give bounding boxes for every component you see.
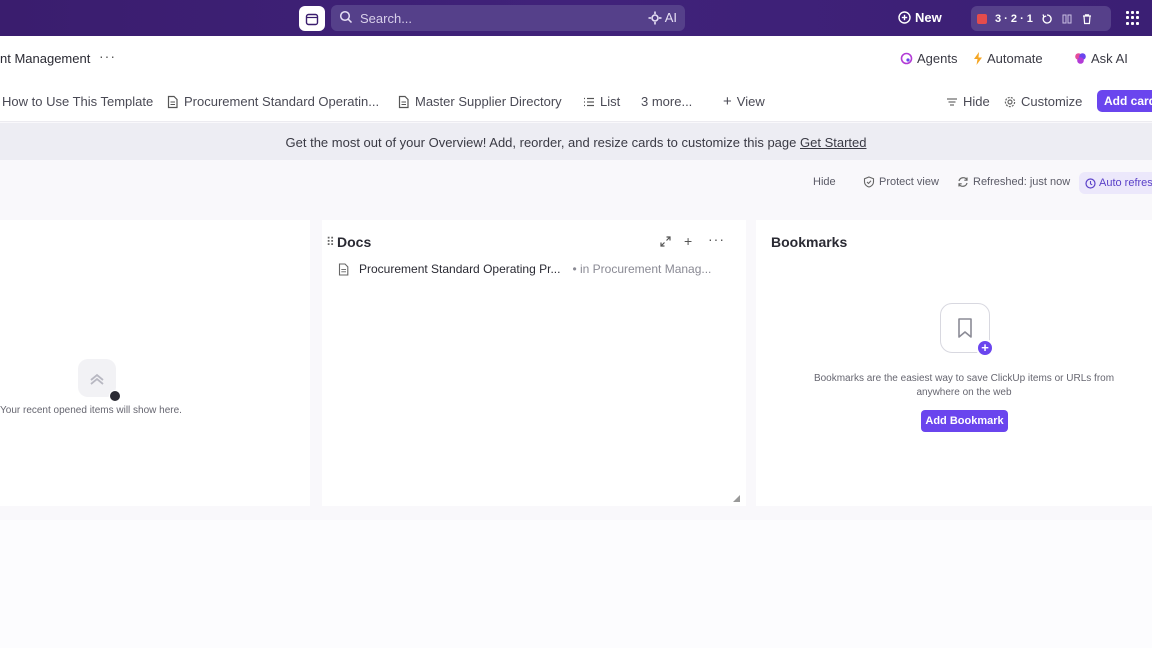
search-placeholder: Search... [360, 11, 413, 26]
agents-button[interactable]: Agents [900, 51, 957, 66]
customize-label: Customize [1021, 94, 1083, 109]
auto-refresh-toggle[interactable]: Auto refresh [1079, 172, 1152, 194]
add-doc-icon[interactable]: + [684, 233, 692, 249]
bookmarks-title: Bookmarks [771, 234, 848, 250]
ask-ai-button[interactable]: Ask AI [1074, 51, 1128, 66]
calendar-button[interactable] [299, 6, 325, 31]
recording-widget: 3 · 2 · 1 [971, 6, 1111, 31]
tab-more[interactable]: 3 more... [641, 94, 692, 109]
agents-icon [900, 52, 913, 65]
tab-label: View [736, 94, 765, 109]
refresh-status[interactable]: Refreshed: just now [957, 176, 1070, 188]
clock-icon [1085, 177, 1096, 189]
ai-button[interactable]: AI [648, 10, 677, 25]
bookmarks-empty-text: Bookmarks are the easiest way to save Cl… [813, 373, 1115, 398]
add-view-button[interactable]: + View [723, 94, 765, 109]
hide-cards-button[interactable]: Hide [813, 176, 836, 188]
gear-icon [1004, 96, 1016, 107]
plus-icon: + [723, 93, 732, 110]
tab-procurement-sop[interactable]: Procurement Standard Operatin... [166, 94, 379, 109]
check-badge-icon [109, 390, 121, 402]
refreshed-label: Refreshed: just now [973, 176, 1071, 188]
overview-banner: Get the most out of your Overview! Add, … [0, 123, 1152, 160]
tab-label: How to Use This Template [2, 94, 154, 109]
restart-icon[interactable] [1041, 13, 1053, 25]
doc-location: • in Procurement Manag... [572, 262, 712, 276]
ai-label: AI [664, 10, 677, 25]
drag-handle-icon[interactable]: ⠿ [326, 235, 335, 249]
banner-text: Get the most out of your Overview! Add, … [285, 135, 797, 150]
apps-grid-icon[interactable] [1126, 11, 1140, 25]
tab-label: Master Supplier Directory [415, 94, 562, 109]
refresh-icon [958, 177, 968, 187]
hide-button[interactable]: Hide [946, 94, 990, 109]
bookmarks-card: Bookmarks + Bookmarks are the easiest wa… [756, 220, 1152, 506]
page-header: nt Management ··· Agents Automate Ask AI [0, 36, 1152, 80]
auto-refresh-label: Auto refresh [1099, 177, 1152, 189]
view-tabs: How to Use This Template Procurement Sta… [0, 80, 1152, 122]
doc-name: Procurement Standard Operating Pr... [359, 262, 561, 276]
automate-button[interactable]: Automate [973, 51, 1043, 66]
protect-view-button[interactable]: Protect view [863, 176, 939, 188]
tab-list[interactable]: List [583, 94, 620, 109]
docs-card: ⠿ Docs + ··· Procurement Standard Operat… [322, 220, 746, 506]
docs-title: Docs [337, 234, 372, 250]
more-icon[interactable]: ··· [708, 231, 725, 247]
list-icon [584, 97, 594, 106]
tab-label: List [600, 94, 621, 109]
tab-how-to-use[interactable]: How to Use This Template [2, 94, 153, 109]
stop-recording-icon[interactable] [977, 13, 987, 24]
pause-icon[interactable] [1061, 13, 1073, 25]
customize-button[interactable]: Customize [1004, 94, 1082, 109]
search-icon [339, 10, 353, 24]
add-badge-icon: + [976, 339, 994, 357]
ai-brain-icon [1075, 53, 1086, 64]
tab-label: 3 more... [641, 94, 693, 109]
hide-icon [947, 97, 957, 106]
protect-view-label: Protect view [879, 176, 939, 188]
recent-empty-text: Your recent opened items will show here. [0, 405, 182, 416]
add-bookmark-button[interactable]: Add Bookmark [921, 410, 1008, 432]
doc-icon [338, 262, 349, 276]
ai-sparkle-icon [648, 11, 662, 24]
calendar-icon [305, 13, 319, 25]
recent-card: Your recent opened items will show here. [0, 220, 310, 506]
new-button[interactable]: New [898, 10, 942, 25]
new-label: New [915, 10, 942, 25]
tab-master-supplier[interactable]: Master Supplier Directory [397, 94, 562, 109]
hide-label: Hide [963, 94, 990, 109]
recording-countdown: 3 · 2 · 1 [995, 12, 1033, 25]
agents-label: Agents [917, 51, 958, 66]
more-options-icon[interactable]: ··· [99, 48, 116, 64]
empty-canvas-area [0, 520, 1152, 648]
resize-handle-icon[interactable] [733, 495, 740, 502]
ask-ai-label: Ask AI [1091, 51, 1128, 66]
doc-row[interactable]: Procurement Standard Operating Pr... • i… [338, 262, 711, 276]
shield-icon [863, 176, 875, 188]
add-card-button[interactable]: Add card [1097, 90, 1152, 112]
page-title: nt Management [0, 51, 91, 66]
lightning-icon [974, 52, 982, 65]
doc-icon [398, 95, 409, 108]
trash-icon[interactable] [1081, 13, 1093, 25]
tab-label: Procurement Standard Operatin... [184, 94, 380, 109]
doc-icon [167, 95, 178, 108]
automate-label: Automate [987, 51, 1043, 66]
hide-cards-label: Hide [813, 176, 836, 188]
top-bar: Search... AI New 3 · 2 · 1 [0, 0, 1152, 36]
search-bar[interactable]: Search... AI [331, 5, 685, 31]
plus-circle-icon [898, 11, 911, 24]
expand-icon[interactable] [660, 236, 671, 247]
get-started-link[interactable]: Get Started [800, 135, 866, 150]
